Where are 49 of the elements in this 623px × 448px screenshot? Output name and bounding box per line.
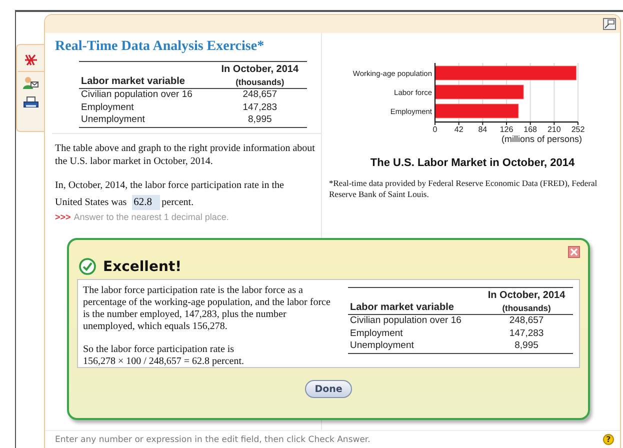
scribble-icon[interactable] — [24, 53, 38, 67]
table-cell-text: Employment — [349, 328, 404, 340]
tick-label: 0 — [432, 125, 438, 134]
hint-marker: >>> — [55, 212, 71, 222]
person-mail-icon[interactable] — [22, 76, 38, 90]
tick-label: 210 — [547, 125, 561, 134]
table-cell-text: 147,283 — [242, 102, 278, 114]
status-text: Enter any number or expression in the edit field, then click Check Answer. — [55, 434, 370, 444]
column-header: In October, 2014 — [486, 290, 566, 301]
column-header: Labor market variable — [81, 76, 186, 87]
tick-label: 126 — [500, 125, 514, 134]
close-icon[interactable] — [568, 246, 580, 258]
tick-label: 42 — [454, 125, 464, 134]
table-cell: 8,995 — [480, 340, 573, 353]
done-button[interactable]: Done — [304, 380, 352, 398]
exercise-title: Real-Time Data Analysis Exercise* — [55, 39, 266, 55]
table-cell: Civilian population over 16 — [348, 314, 480, 328]
column-header: In October, 2014 — [220, 64, 300, 75]
table-cell: 248,657 — [212, 88, 307, 102]
printer-icon[interactable] — [22, 96, 38, 109]
explanation-text: 156,278 × 100 / 248,657 = 62.8 percent. — [83, 356, 245, 368]
explanation-text: The labor force participation rate is the labor force as a percentage of the working-age population, and the labor force is the number employed, 147,283, plus the number unemployed, which equals 156,278. — [83, 285, 332, 333]
answer-field[interactable]: 62.8 — [132, 194, 160, 210]
unit-text: percent. — [162, 196, 194, 208]
table-cell: Civilian population over 16 — [79, 88, 213, 102]
popout-icon[interactable] — [603, 18, 616, 30]
tick-label: 252 — [571, 125, 585, 134]
table-cell: Unemployment — [348, 340, 480, 353]
feedback-heading: Excellent! — [103, 258, 182, 274]
chart-title: The U.S. Labor Market in October, 2014 — [369, 157, 576, 169]
table-cell: 248,657 — [480, 314, 573, 328]
intro-text: The table above and graph to the right provide information about the U.S. labor market in October, 2014. — [55, 142, 315, 168]
table-cell: Unemployment — [79, 114, 213, 127]
check-icon — [79, 258, 96, 275]
column-subheader: (thousands) — [234, 77, 286, 87]
table-cell-text: Employment — [80, 102, 135, 114]
question-text: United States was — [55, 196, 127, 208]
column-header: Labor market variable — [350, 302, 455, 313]
help-button[interactable]: ? — [603, 434, 614, 445]
tick-label: 84 — [478, 125, 488, 134]
table-cell-text: 147,283 — [508, 328, 545, 340]
axis-label: (millions of persons) — [501, 134, 582, 144]
hint-text: Answer to the nearest 1 decimal place. — [74, 212, 229, 222]
tick-label: 168 — [524, 125, 538, 134]
explanation-text: So the labor force participation rate is — [83, 344, 236, 356]
question-text: In, October, 2014, the labor force participation rate in the — [55, 178, 285, 192]
footnote: *Real-time data provided by Federal Reserve Economic Data (FRED), Federal Reserve Bank of Saint Louis. — [329, 178, 598, 200]
table-cell: 8,995 — [212, 114, 307, 127]
column-subheader: (thousands) — [501, 303, 552, 313]
